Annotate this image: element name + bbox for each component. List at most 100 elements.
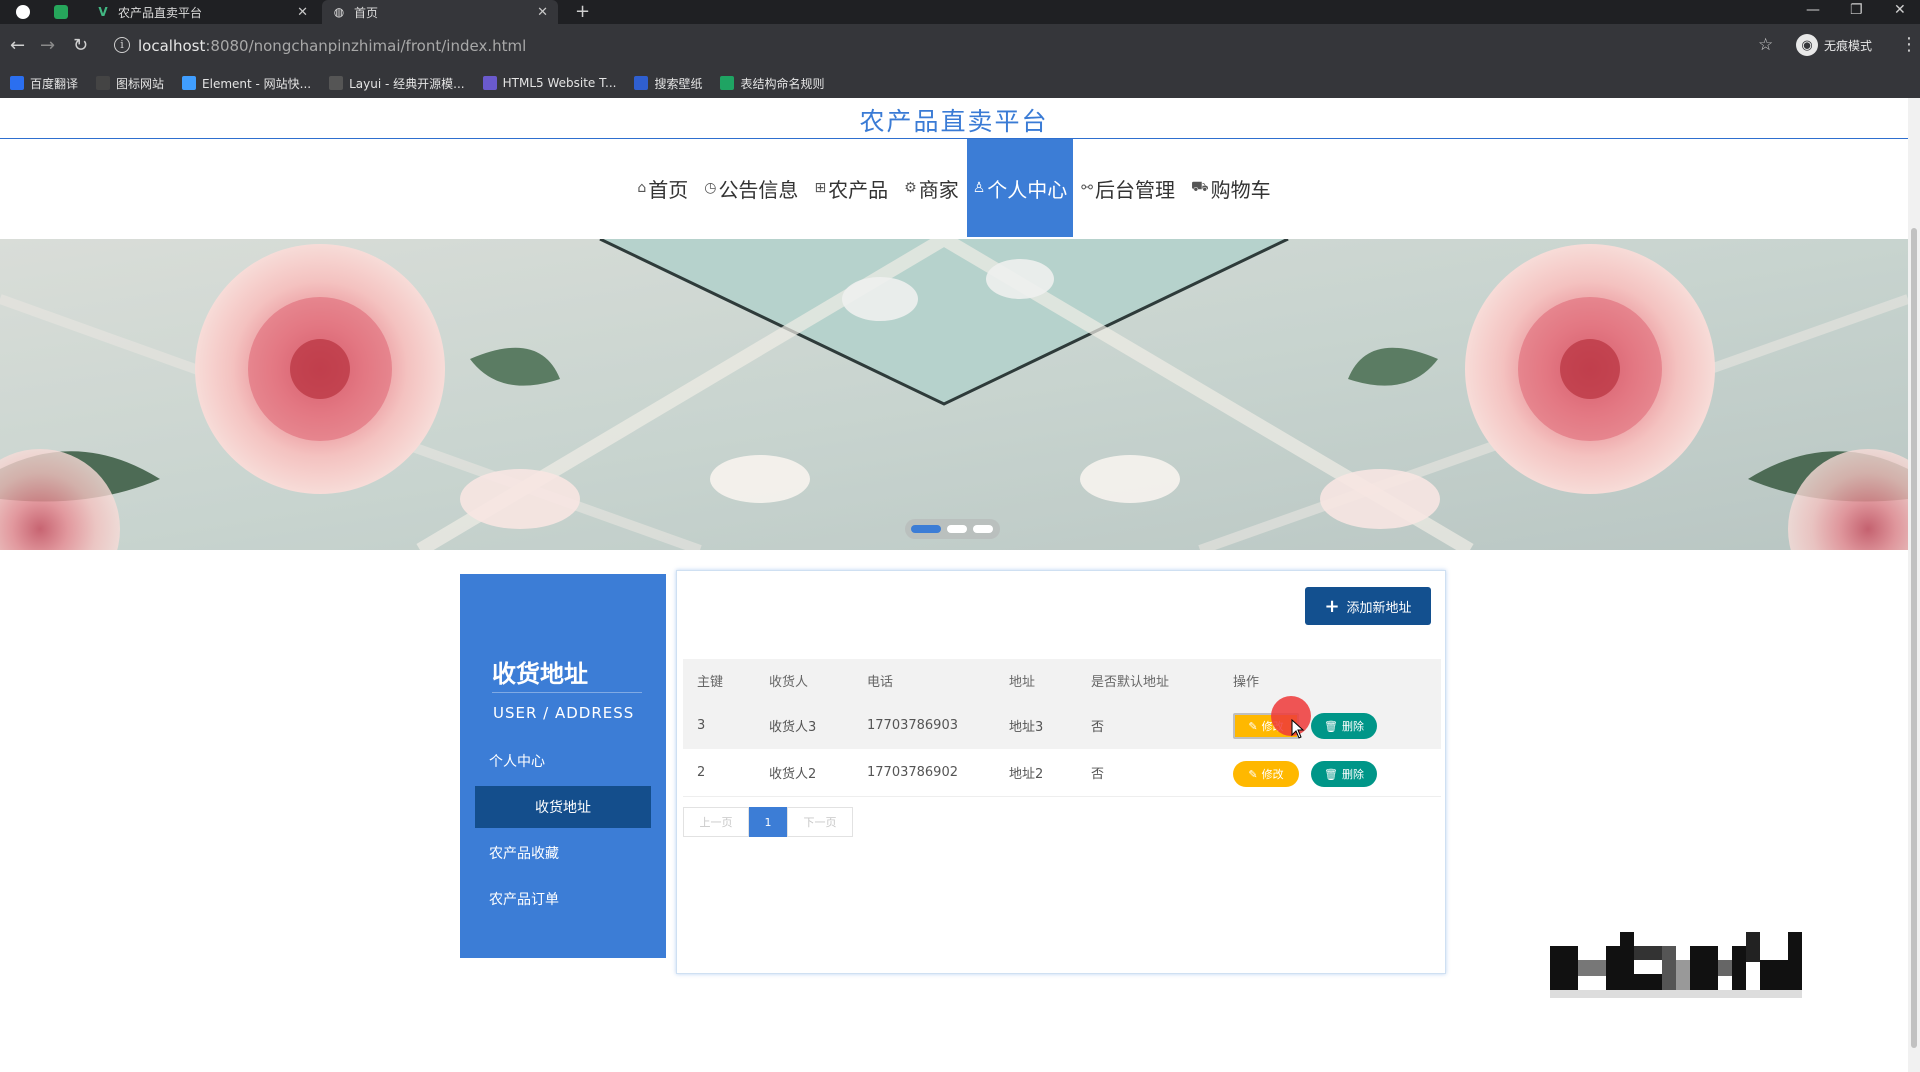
sidebar-title: 收货地址: [492, 660, 588, 688]
close-icon[interactable]: ✕: [537, 5, 548, 20]
bookmark-item[interactable]: 图标网站: [96, 75, 164, 92]
nav-item-clock[interactable]: ◷ 公告信息: [696, 139, 806, 237]
delete-button[interactable]: 🗑 删除: [1311, 761, 1377, 787]
table-header: 主键 收货人 电话 地址 是否默认地址 操作: [683, 659, 1441, 701]
pagination: 上一页 1 下一页: [683, 807, 853, 837]
bookmark-icon: [329, 76, 344, 90]
sidebar-subtitle: USER / ADDRESS: [493, 704, 635, 722]
sidebar-item-profile[interactable]: 个人中心: [475, 740, 651, 782]
nav-item-link[interactable]: ⚯ 后台管理: [1073, 139, 1183, 237]
page-viewport: 农产品直卖平台 ⌂ 首页 ◷ 公告信息 ⊞ 农产品 ⚙ 商家 ♙ 个人中心 ⚯ 后台管理 ⛟ 购物车: [0, 98, 1920, 1072]
cell-name: 收货人2: [769, 767, 817, 782]
sidebar-item-address[interactable]: 收货地址: [475, 786, 651, 828]
edit-button[interactable]: ✎ 修改: [1233, 761, 1299, 787]
site-info-icon[interactable]: i: [114, 37, 130, 53]
back-icon[interactable]: ←: [10, 35, 25, 56]
url-field[interactable]: localhost:8080/nongchanpinzhimai/front/i…: [138, 37, 526, 55]
sidebar-item-favorites[interactable]: 农产品收藏: [475, 832, 651, 874]
bookmark-item[interactable]: 表结构命名规则: [720, 75, 824, 92]
sidebar-divider: [492, 692, 642, 693]
new-tab-button[interactable]: +: [575, 1, 590, 22]
pencil-icon: ✎: [1248, 767, 1258, 781]
nav-item-user[interactable]: ♙ 个人中心: [966, 139, 1074, 237]
bookmark-icon: [634, 76, 649, 90]
cell-id: 3: [697, 717, 706, 733]
sidebar-item-orders[interactable]: 农产品订单: [475, 878, 651, 920]
nav-item-home[interactable]: ⌂ 首页: [629, 139, 696, 237]
minimize-icon[interactable]: —: [1806, 2, 1820, 18]
add-address-button[interactable]: + 添加新地址: [1305, 587, 1431, 625]
cart-icon: ⛟: [1191, 179, 1209, 195]
cell-address: 地址2: [1009, 767, 1044, 782]
cell-default: 否: [1091, 719, 1105, 735]
carousel-dot[interactable]: [973, 525, 993, 533]
bookmark-icon: [482, 76, 497, 90]
incognito-profile[interactable]: ◉ 无痕模式: [1796, 34, 1872, 56]
bookmark-item[interactable]: Element - 网站快...: [182, 75, 311, 92]
app-tab-icon[interactable]: [54, 5, 68, 19]
bookmark-item[interactable]: 搜索壁纸: [634, 75, 702, 92]
close-window-icon[interactable]: ✕: [1894, 2, 1906, 18]
cell-default: 否: [1091, 767, 1105, 782]
bookmark-icon: [182, 76, 197, 90]
cell-address: 地址3: [1009, 719, 1044, 735]
bookmark-icon: [720, 76, 735, 90]
browser-logo-icon: [16, 5, 30, 19]
forward-icon[interactable]: →: [40, 35, 55, 56]
next-page-button[interactable]: 下一页: [787, 807, 853, 837]
main-nav: ⌂ 首页 ◷ 公告信息 ⊞ 农产品 ⚙ 商家 ♙ 个人中心 ⚯ 后台管理 ⛟ 购物车: [0, 139, 1908, 237]
nav-item-grid[interactable]: ⊞ 农产品: [806, 139, 896, 237]
site-title: 农产品直卖平台: [859, 107, 1049, 136]
user-sidebar: 收货地址 USER / ADDRESS 个人中心 收货地址 农产品收藏 农产品订…: [460, 574, 666, 958]
column-header: 电话: [867, 674, 894, 690]
link-icon: ⚯: [1081, 180, 1094, 196]
address-bar: ← → ↻ i localhost:8080/nongchanpinzhimai…: [0, 24, 1920, 68]
carousel-dot[interactable]: [947, 525, 967, 533]
delete-button[interactable]: 🗑 删除: [1311, 713, 1377, 739]
page-1-button[interactable]: 1: [749, 807, 787, 837]
restore-icon[interactable]: ❐: [1850, 2, 1863, 18]
scrollbar-thumb[interactable]: [1911, 228, 1917, 1048]
nav-item-cart[interactable]: ⛟ 购物车: [1183, 139, 1279, 237]
bookmark-star-icon[interactable]: ☆: [1758, 35, 1773, 55]
tab-farm-platform[interactable]: V 农产品直卖平台 ✕: [86, 0, 318, 24]
page-scrollbar[interactable]: [1908, 98, 1920, 1072]
grid-icon: ⊞: [814, 180, 827, 196]
nav-item-gear[interactable]: ⚙ 商家: [896, 139, 967, 237]
table-row: 2 收货人2 17703786902 地址2 否 ✎ 修改 🗑 删除: [683, 749, 1441, 797]
prev-page-button[interactable]: 上一页: [683, 807, 749, 837]
tab-label: 农产品直卖平台: [118, 5, 203, 20]
bookmark-item[interactable]: HTML5 Website T...: [482, 76, 616, 90]
watermark-mosaic: [1550, 932, 1802, 998]
column-header: 收货人: [769, 674, 809, 690]
plus-icon: +: [1324, 595, 1340, 617]
carousel-dot[interactable]: [911, 525, 941, 533]
browser-menu-icon[interactable]: ⋮: [1900, 34, 1918, 55]
tab-home[interactable]: ◍ 首页 ✕: [322, 0, 558, 24]
user-icon: ♙: [972, 180, 986, 196]
vue-icon: V: [98, 5, 108, 19]
column-header: 主键: [697, 674, 724, 690]
bookmark-item[interactable]: 百度翻译: [10, 75, 78, 92]
clock-icon: ◷: [704, 180, 717, 196]
mouse-cursor-icon: [1291, 719, 1305, 739]
gear-icon: ⚙: [904, 180, 917, 196]
bookmarks-bar: 百度翻译 图标网站 Element - 网站快... Layui - 经典开源模...…: [0, 68, 1920, 98]
bookmark-icon: [96, 76, 111, 90]
bookmark-icon: [10, 76, 24, 90]
pencil-icon: ✎: [1248, 719, 1258, 733]
cell-phone: 17703786902: [867, 765, 958, 780]
bookmark-item[interactable]: Layui - 经典开源模...: [329, 75, 465, 92]
carousel-indicators: [905, 519, 1000, 539]
browser-tab-bar: V 农产品直卖平台 ✕ ◍ 首页 ✕ + — ❐ ✕: [0, 0, 1920, 24]
trash-icon: 🗑: [1324, 719, 1338, 733]
address-panel: + 添加新地址 主键 收货人 电话 地址 是否默认地址 操作 3 收货人3 17…: [676, 570, 1446, 974]
cell-name: 收货人3: [769, 719, 817, 735]
reload-icon[interactable]: ↻: [73, 35, 88, 56]
tab-label: 首页: [354, 5, 379, 20]
incognito-icon: ◉: [1796, 34, 1818, 56]
close-icon[interactable]: ✕: [297, 5, 308, 20]
home-icon: ⌂: [637, 180, 647, 196]
profile-label: 无痕模式: [1824, 38, 1873, 53]
column-header: 是否默认地址: [1091, 674, 1170, 690]
